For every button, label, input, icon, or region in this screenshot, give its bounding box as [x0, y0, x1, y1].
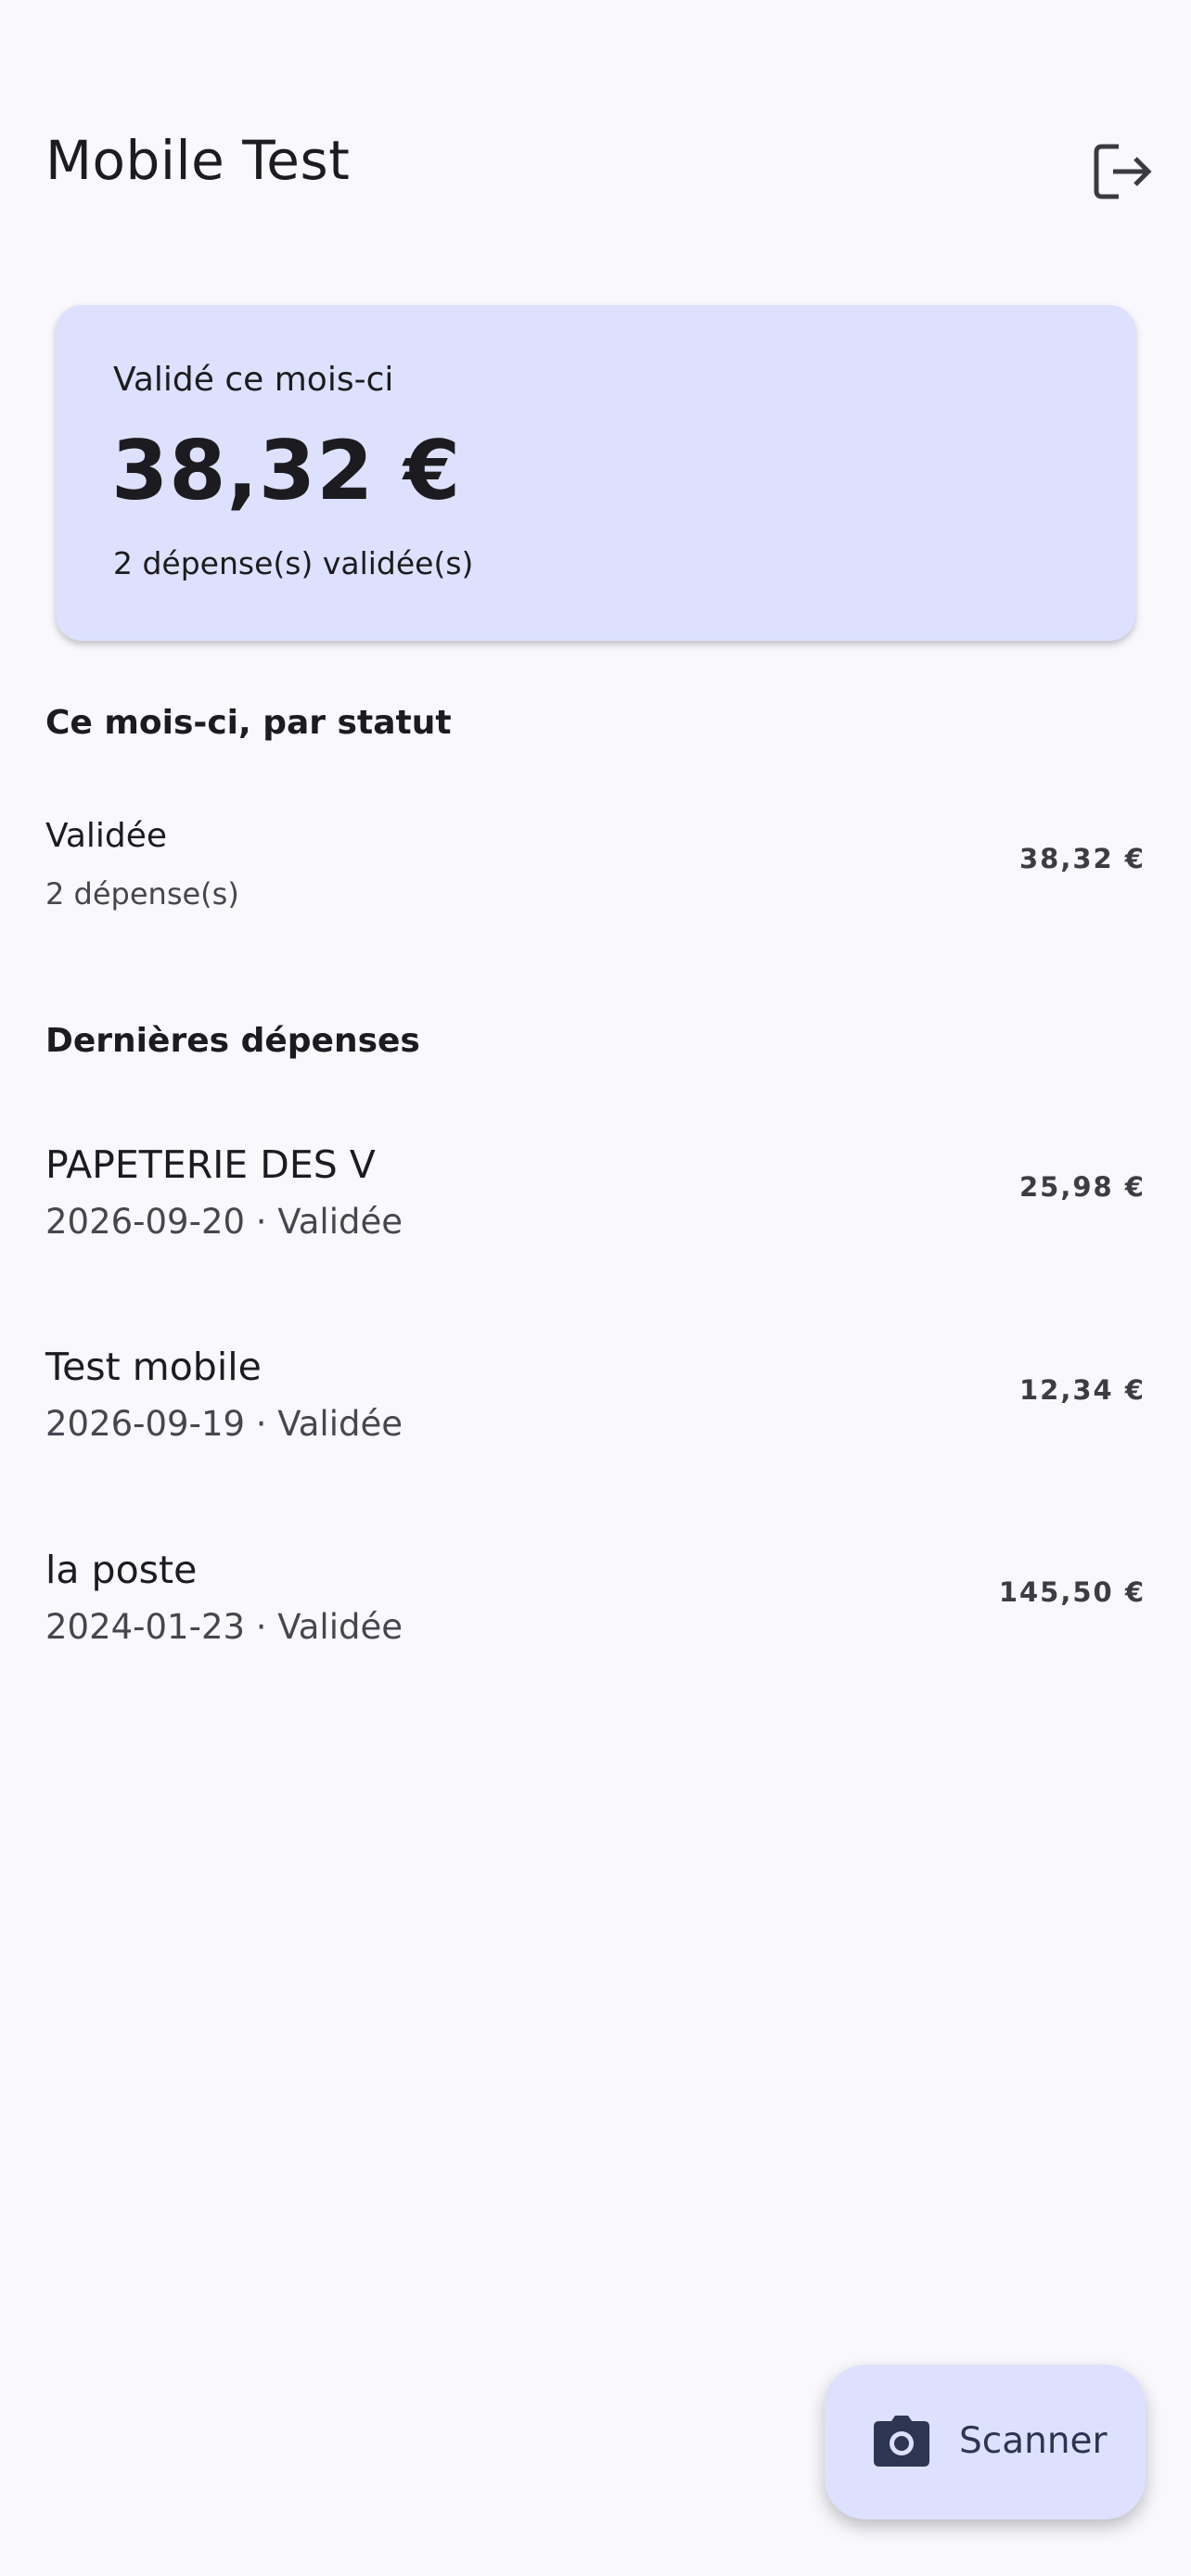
summary-subtitle: 2 dépense(s) validée(s): [113, 545, 474, 581]
expense-name: la poste: [45, 1548, 198, 1592]
expense-amount: 25,98 €: [1018, 1171, 1146, 1203]
status-row-count: 2 dépense(s): [45, 876, 239, 912]
status-row-title: Validée: [45, 817, 168, 855]
expense-amount: 145,50 €: [998, 1576, 1146, 1608]
summary-label: Validé ce mois-ci: [113, 361, 394, 399]
logout-button[interactable]: [1091, 139, 1156, 204]
expense-meta: 2026-09-20 · Validée: [45, 1202, 403, 1242]
app-title: Mobile Test: [45, 129, 351, 192]
logout-icon: [1094, 144, 1152, 199]
expense-name: PAPETERIE DES V: [45, 1142, 376, 1187]
status-section-title: Ce mois-ci, par statut: [45, 704, 452, 742]
recent-section-title: Dernières dépenses: [45, 1022, 420, 1060]
summary-card: Validé ce mois-ci 38,32 € 2 dépense(s) v…: [56, 305, 1135, 641]
camera-icon: [874, 2416, 929, 2467]
expense-amount: 12,34 €: [1018, 1374, 1146, 1406]
status-row-amount: 38,32 €: [1018, 843, 1146, 874]
expense-meta: 2024-01-23 · Validée: [45, 1607, 403, 1647]
scanner-button[interactable]: Scanner: [825, 2365, 1146, 2519]
expense-name: Test mobile: [45, 1345, 262, 1389]
scanner-label: Scanner: [959, 2420, 1108, 2462]
summary-amount: 38,32 €: [111, 423, 462, 518]
expense-meta: 2026-09-19 · Validée: [45, 1404, 403, 1444]
